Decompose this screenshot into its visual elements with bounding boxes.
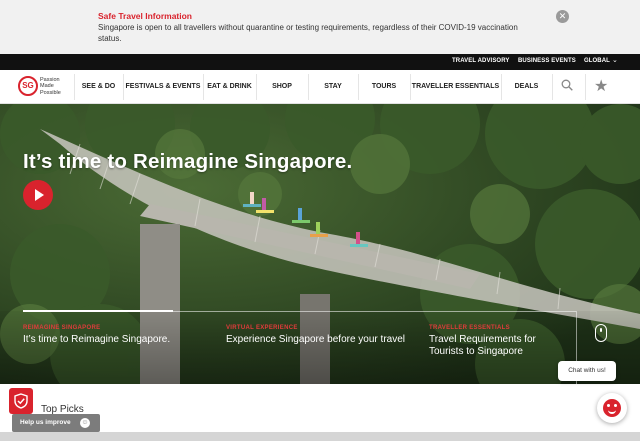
help-label: Help us improve bbox=[20, 419, 71, 426]
brand-tagline: Passion Made Possible bbox=[40, 77, 61, 96]
card-kicker: TRAVELLER ESSENTIALS bbox=[429, 325, 510, 331]
travel-advisory-link[interactable]: TRAVEL ADVISORY bbox=[452, 58, 510, 64]
nav-item-see-do[interactable]: SEE & DO bbox=[74, 70, 123, 104]
business-events-link[interactable]: BUSINESS EVENTS bbox=[518, 58, 576, 64]
star-icon[interactable]: ★ bbox=[594, 76, 608, 96]
card-title: Experience Singapore before your travel bbox=[226, 334, 405, 345]
chevron-down-icon[interactable]: ⌄ bbox=[612, 56, 618, 64]
chat-prompt[interactable]: Chat with us! bbox=[558, 361, 616, 381]
hero-banner: It’s time to Reimagine Singapore. REIMAG… bbox=[0, 104, 640, 384]
global-selector[interactable]: GLOBAL bbox=[584, 58, 610, 64]
search-icon[interactable] bbox=[561, 79, 573, 91]
nav-item-shop[interactable]: SHOP bbox=[256, 70, 308, 104]
cards-divider bbox=[173, 311, 576, 312]
card-kicker: VIRTUAL EXPERIENCE bbox=[226, 325, 298, 331]
hero-title: It’s time to Reimagine Singapore. bbox=[23, 150, 353, 173]
nav-item-tours[interactable]: TOURS bbox=[358, 70, 410, 104]
active-card-indicator bbox=[23, 310, 173, 312]
nav-item-eat-drink[interactable]: EAT & DRINK bbox=[203, 70, 256, 104]
alert-title[interactable]: Safe Travel Information bbox=[98, 11, 192, 21]
card-title: Travel Requirements for Tourists to Sing… bbox=[429, 334, 536, 357]
page-bottom-strip bbox=[0, 432, 640, 441]
safe-travel-alert: Safe Travel Information Singapore is ope… bbox=[0, 0, 640, 54]
hero-card-traveller-essentials[interactable]: TRAVELLER ESSENTIALS Travel Requirements… bbox=[429, 325, 569, 358]
sg-logo[interactable]: SG bbox=[18, 76, 38, 96]
play-icon[interactable] bbox=[23, 180, 53, 210]
nav-item-deals[interactable]: DEALS bbox=[501, 70, 552, 104]
help-us-improve-button[interactable]: Help us improve ☺ bbox=[12, 414, 100, 432]
shield-check-icon[interactable] bbox=[9, 388, 33, 414]
nav-item-festivals-events[interactable]: FESTIVALS & EVENTS bbox=[123, 70, 203, 104]
utility-bar: TRAVEL ADVISORY BUSINESS EVENTS GLOBAL ⌄ bbox=[0, 54, 640, 70]
card-title: It’s time to Reimagine Singapore. bbox=[23, 334, 171, 345]
main-nav: SG Passion Made Possible SEE & DO FESTIV… bbox=[0, 70, 640, 104]
smile-icon: ☺ bbox=[80, 418, 90, 428]
mouse-scroll-icon[interactable] bbox=[595, 324, 607, 342]
hero-card-virtual-experience[interactable]: VIRTUAL EXPERIENCE Experience Singapore … bbox=[226, 325, 406, 346]
alert-message: Singapore is open to all travellers with… bbox=[98, 23, 518, 43]
chatbot-avatar-icon[interactable] bbox=[597, 393, 627, 423]
hero-card-reimagine[interactable]: REIMAGINE SINGAPORE It’s time to Reimagi… bbox=[23, 325, 203, 346]
nav-item-stay[interactable]: STAY bbox=[308, 70, 358, 104]
close-icon[interactable]: ✕ bbox=[556, 10, 569, 23]
card-kicker: REIMAGINE SINGAPORE bbox=[23, 325, 101, 331]
nav-item-traveller-essentials[interactable]: TRAVELLER ESSENTIALS bbox=[410, 70, 501, 104]
